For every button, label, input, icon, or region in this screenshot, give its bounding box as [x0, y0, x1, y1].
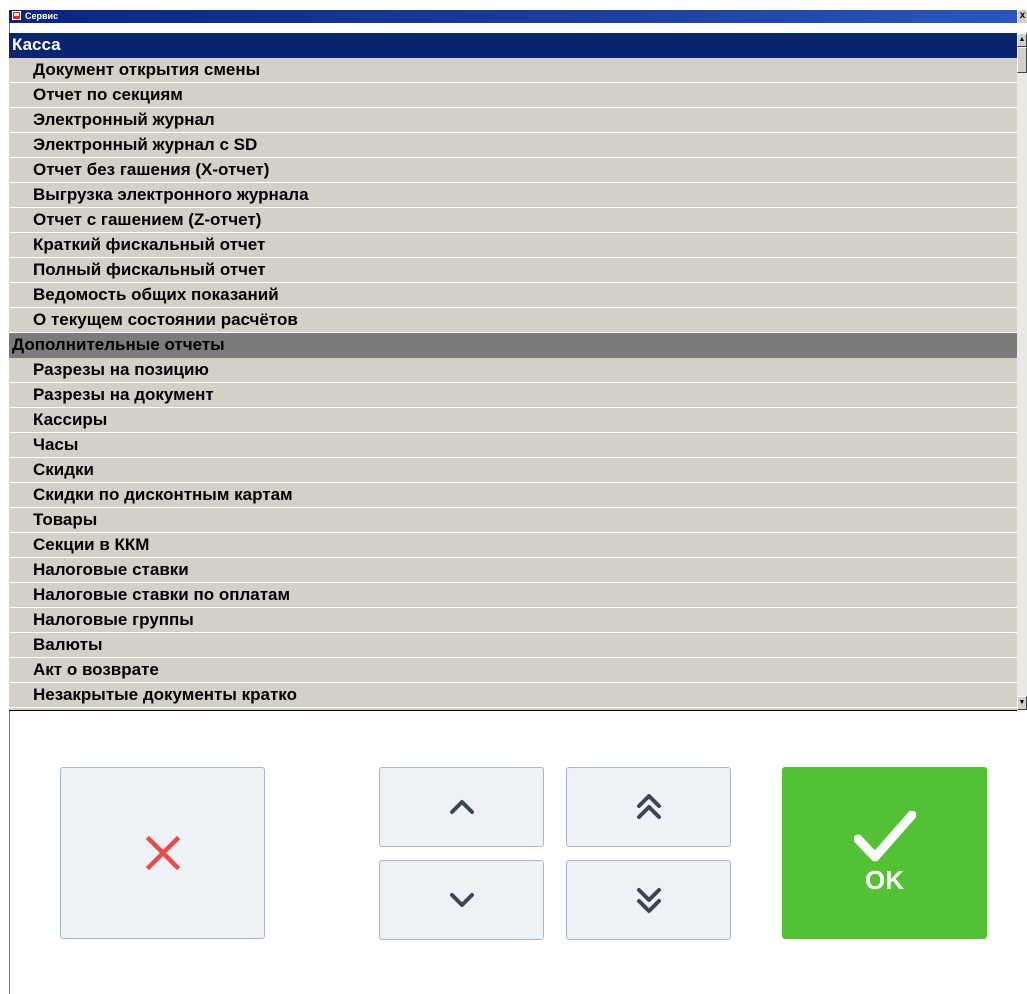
item-label: Акт о возврате	[33, 660, 159, 679]
list-item[interactable]: Налоговые ставки	[9, 558, 1017, 583]
list-item[interactable]: Скидки	[9, 458, 1017, 483]
item-label: Незакрытые документы кратко	[33, 685, 297, 704]
group-label: Дополнительные отчеты	[12, 335, 225, 354]
list-item[interactable]: Незакрытые документы кратко	[9, 683, 1017, 708]
cancel-button[interactable]	[60, 767, 265, 939]
list-item[interactable]: Электронный журнал с SD	[9, 133, 1017, 158]
list-item[interactable]: Часы	[9, 433, 1017, 458]
window-title: Сервис	[25, 11, 59, 21]
item-label: Кассиры	[33, 410, 108, 429]
list-item[interactable]: Кассиры	[9, 408, 1017, 433]
item-label: О текущем состоянии расчётов	[33, 310, 298, 329]
item-label: Секции в ККМ	[33, 535, 150, 554]
list-item[interactable]: Акт о возврате	[9, 658, 1017, 683]
list-item[interactable]: О текущем состоянии расчётов	[9, 308, 1017, 333]
checkmark-icon	[853, 810, 916, 861]
item-label: Электронный журнал с SD	[33, 135, 258, 154]
item-label: Выгрузка электронного журнала	[33, 185, 309, 204]
list-item[interactable]: Ведомость общих показаний	[9, 283, 1017, 308]
list-item[interactable]: Скидки по дисконтным картам	[9, 483, 1017, 508]
item-label: Скидки по дисконтным картам	[33, 485, 293, 504]
scroll-up-arrow-icon[interactable]: ▲	[1017, 33, 1027, 47]
close-x-icon	[145, 835, 180, 871]
window-close-button[interactable]: x	[1017, 10, 1027, 23]
list-item[interactable]: Товары	[9, 508, 1017, 533]
scroll-down-arrow-icon[interactable]: ▼	[1017, 696, 1027, 710]
item-label: Ведомость общих показаний	[33, 285, 279, 304]
double-chevron-down-icon	[636, 888, 661, 913]
scroll-down-button[interactable]	[379, 860, 544, 940]
item-label: Разрезы на позицию	[33, 360, 209, 379]
list-group-header[interactable]: Дополнительные отчеты	[9, 333, 1017, 358]
chevron-up-icon	[449, 800, 474, 814]
chevron-down-icon	[449, 893, 474, 907]
list-item[interactable]: Выгрузка электронного журнала	[9, 183, 1017, 208]
list-item[interactable]: Валюты	[9, 633, 1017, 658]
ok-label: OK	[865, 864, 904, 895]
item-label: Часы	[33, 435, 79, 454]
list-item[interactable]: Налоговые группы	[9, 608, 1017, 633]
item-label: Электронный журнал	[33, 110, 215, 129]
list-item[interactable]: Разрезы на документ	[9, 383, 1017, 408]
page-down-button[interactable]	[566, 860, 731, 940]
group-label: Касса	[12, 35, 61, 54]
list-item[interactable]: Отчет без гашения (X-отчет)	[9, 158, 1017, 183]
list-item[interactable]: Документ открытия смены	[9, 58, 1017, 83]
item-label: Валюты	[33, 635, 103, 654]
list-item[interactable]: Электронный журнал	[9, 108, 1017, 133]
item-label: Отчет по секциям	[33, 85, 183, 104]
item-label: Отчет без гашения (X-отчет)	[33, 160, 270, 179]
item-label: Краткий фискальный отчет	[33, 235, 266, 254]
ok-button[interactable]: OK	[782, 767, 987, 939]
double-chevron-up-icon	[636, 794, 661, 819]
item-label: Товары	[33, 510, 98, 529]
list-item[interactable]: Разрезы на позицию	[9, 358, 1017, 383]
item-label: Налоговые ставки по оплатам	[33, 585, 291, 604]
list-group-header[interactable]: Касса	[9, 33, 1017, 58]
item-label: Разрезы на документ	[33, 385, 214, 404]
list-item[interactable]: Краткий фискальный отчет	[9, 233, 1017, 258]
item-label: Налоговые группы	[33, 610, 194, 629]
scroll-thumb[interactable]	[1017, 47, 1027, 73]
service-menu-list[interactable]: Касса Документ открытия смены Отчет по сек…	[9, 33, 1017, 711]
list-item[interactable]: Налоговые ставки по оплатам	[9, 583, 1017, 608]
list-item[interactable]: Отчет с гашением (Z-отчет)	[9, 208, 1017, 233]
scroll-up-button[interactable]	[379, 767, 544, 847]
app-icon	[12, 11, 21, 20]
item-label: Полный фискальный отчет	[33, 260, 266, 279]
list-item[interactable]: Секции в ККМ	[9, 533, 1017, 558]
list-item[interactable]: Полный фискальный отчет	[9, 258, 1017, 283]
item-label: Отчет с гашением (Z-отчет)	[33, 210, 262, 229]
list-item[interactable]: Отчет по секциям	[9, 83, 1017, 108]
window-titlebar: Сервис	[9, 10, 1017, 23]
item-label: Налоговые ставки	[33, 560, 189, 579]
item-label: Документ открытия смены	[33, 60, 261, 79]
item-label: Скидки	[33, 460, 94, 479]
list-scrollbar[interactable]: ▲ ▼	[1017, 33, 1027, 710]
page-up-button[interactable]	[566, 767, 731, 847]
